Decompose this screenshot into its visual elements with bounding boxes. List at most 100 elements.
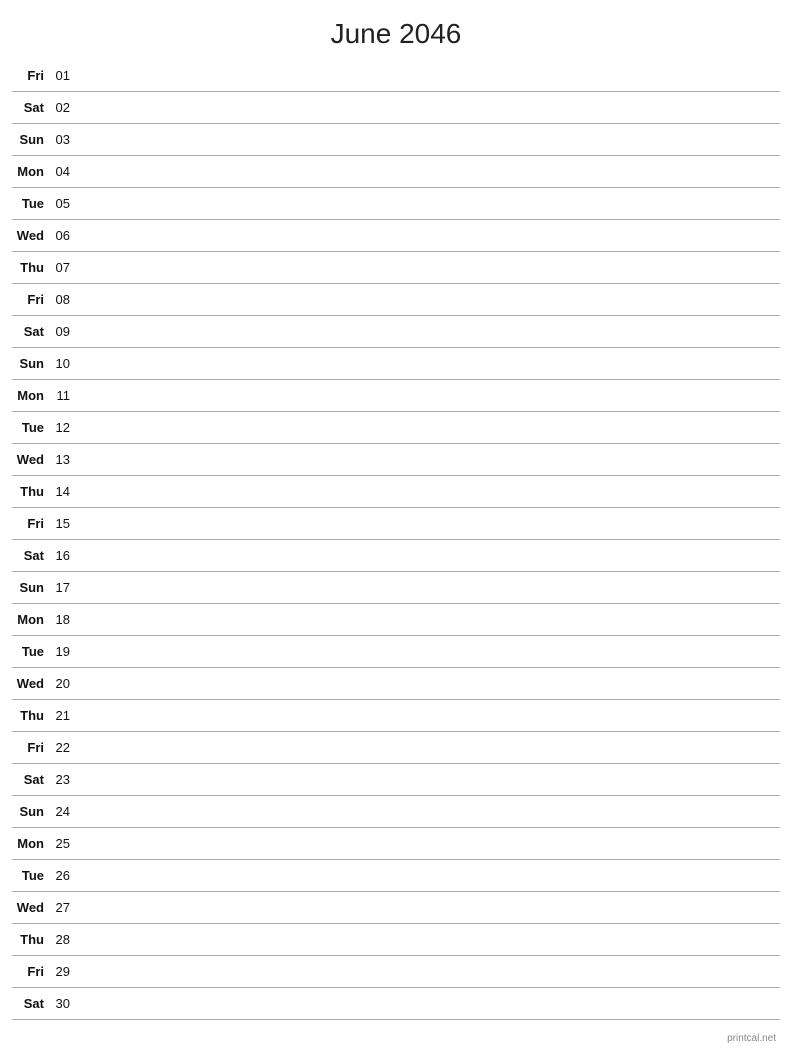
day-line [78,779,780,780]
day-name: Fri [12,516,50,531]
day-name: Thu [12,932,50,947]
day-row: Thu07 [12,252,780,284]
day-number: 02 [50,100,78,115]
day-row: Wed13 [12,444,780,476]
day-number: 04 [50,164,78,179]
day-row: Wed27 [12,892,780,924]
day-name: Mon [12,164,50,179]
day-line [78,139,780,140]
day-number: 15 [50,516,78,531]
day-row: Fri01 [12,60,780,92]
day-name: Sun [12,580,50,595]
day-number: 30 [50,996,78,1011]
day-name: Mon [12,612,50,627]
day-number: 27 [50,900,78,915]
page-title: June 2046 [0,0,792,60]
day-name: Mon [12,836,50,851]
day-line [78,811,780,812]
day-row: Mon18 [12,604,780,636]
day-name: Fri [12,740,50,755]
day-name: Sat [12,548,50,563]
day-row: Tue05 [12,188,780,220]
day-line [78,363,780,364]
day-row: Fri15 [12,508,780,540]
day-name: Sat [12,100,50,115]
day-row: Sat16 [12,540,780,572]
day-line [78,907,780,908]
day-number: 23 [50,772,78,787]
footer-watermark: printcal.net [727,1033,776,1044]
day-number: 19 [50,644,78,659]
day-number: 20 [50,676,78,691]
day-number: 11 [50,388,78,403]
day-line [78,459,780,460]
day-number: 18 [50,612,78,627]
calendar-list: Fri01Sat02Sun03Mon04Tue05Wed06Thu07Fri08… [0,60,792,1020]
day-number: 09 [50,324,78,339]
day-line [78,299,780,300]
day-name: Tue [12,196,50,211]
day-name: Tue [12,868,50,883]
day-line [78,107,780,108]
day-row: Thu21 [12,700,780,732]
day-row: Mon25 [12,828,780,860]
day-number: 07 [50,260,78,275]
day-number: 14 [50,484,78,499]
day-row: Sat23 [12,764,780,796]
day-number: 26 [50,868,78,883]
day-number: 29 [50,964,78,979]
day-row: Thu14 [12,476,780,508]
day-line [78,843,780,844]
day-number: 08 [50,292,78,307]
day-number: 10 [50,356,78,371]
day-name: Wed [12,228,50,243]
day-name: Tue [12,420,50,435]
day-row: Sun24 [12,796,780,828]
day-name: Wed [12,676,50,691]
day-name: Sun [12,356,50,371]
day-row: Wed20 [12,668,780,700]
day-number: 12 [50,420,78,435]
day-number: 28 [50,932,78,947]
day-number: 17 [50,580,78,595]
day-name: Sat [12,996,50,1011]
day-number: 01 [50,68,78,83]
day-line [78,523,780,524]
day-name: Fri [12,964,50,979]
day-name: Thu [12,484,50,499]
day-line [78,715,780,716]
day-row: Fri22 [12,732,780,764]
day-row: Sun17 [12,572,780,604]
day-name: Wed [12,900,50,915]
day-name: Thu [12,708,50,723]
day-row: Fri08 [12,284,780,316]
day-line [78,747,780,748]
day-row: Mon11 [12,380,780,412]
day-line [78,395,780,396]
day-line [78,939,780,940]
day-line [78,491,780,492]
day-line [78,427,780,428]
day-row: Sat02 [12,92,780,124]
day-row: Sat30 [12,988,780,1020]
day-number: 06 [50,228,78,243]
day-number: 21 [50,708,78,723]
day-line [78,235,780,236]
day-name: Sat [12,772,50,787]
day-name: Sun [12,132,50,147]
day-number: 25 [50,836,78,851]
day-name: Sun [12,804,50,819]
day-line [78,555,780,556]
day-line [78,331,780,332]
day-number: 24 [50,804,78,819]
day-number: 05 [50,196,78,211]
day-name: Tue [12,644,50,659]
day-row: Tue26 [12,860,780,892]
day-line [78,587,780,588]
day-row: Tue19 [12,636,780,668]
day-name: Fri [12,292,50,307]
day-number: 13 [50,452,78,467]
day-row: Mon04 [12,156,780,188]
day-row: Sat09 [12,316,780,348]
day-line [78,267,780,268]
